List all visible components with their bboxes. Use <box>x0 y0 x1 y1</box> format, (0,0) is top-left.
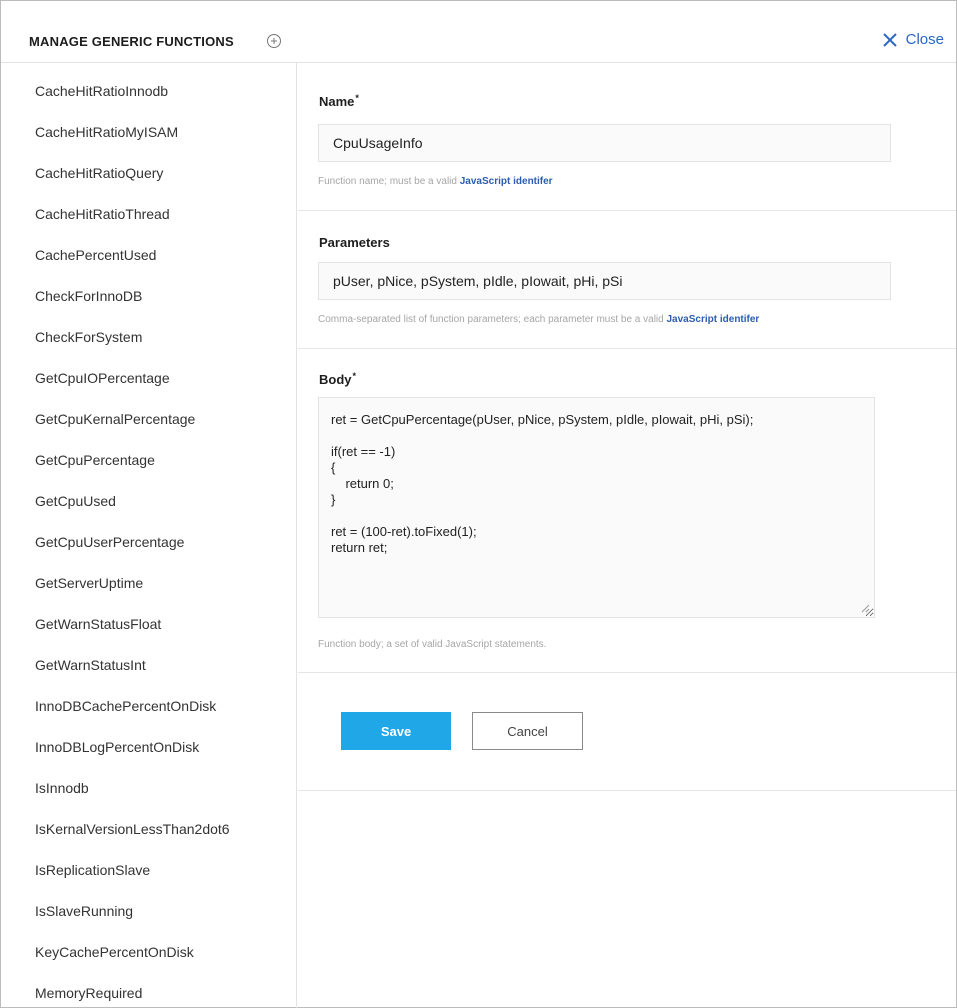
function-list-item[interactable]: GetCpuUserPercentage <box>35 534 184 550</box>
parameters-input[interactable] <box>318 262 891 300</box>
javascript-identifier-link[interactable]: JavaScript identifer <box>667 314 760 325</box>
name-help-text: Function name; must be a valid <box>318 176 460 187</box>
function-list-item[interactable]: CheckForInnoDB <box>35 288 142 304</box>
function-list-item[interactable]: KeyCachePercentOnDisk <box>35 944 194 960</box>
function-list-item[interactable]: GetServerUptime <box>35 575 143 591</box>
parameters-label: Parameters <box>319 235 390 250</box>
function-list-item[interactable]: MemoryRequired <box>35 985 142 1001</box>
close-label: Close <box>905 31 944 48</box>
circle-plus-icon[interactable] <box>266 33 282 49</box>
close-button[interactable]: Close <box>882 31 944 48</box>
function-list-item[interactable]: CacheHitRatioThread <box>35 206 170 222</box>
function-editor: Name* Function name; must be a valid Jav… <box>298 63 956 1008</box>
function-list-item[interactable]: GetCpuPercentage <box>35 452 155 468</box>
name-label-text: Name <box>319 94 355 109</box>
name-section: Name* Function name; must be a valid Jav… <box>298 63 956 211</box>
parameters-help: Comma-separated list of function paramet… <box>318 314 759 325</box>
required-mark: * <box>355 93 359 103</box>
javascript-identifier-link[interactable]: JavaScript identifer <box>460 176 553 187</box>
function-list-item[interactable]: CacheHitRatioMyISAM <box>35 124 178 140</box>
panel-header: MANAGE GENERIC FUNCTIONS Close <box>1 1 956 63</box>
parameters-help-text: Comma-separated list of function paramet… <box>318 314 667 325</box>
manage-functions-panel: MANAGE GENERIC FUNCTIONS Close CacheHitR… <box>0 0 957 1008</box>
function-list-item[interactable]: CachePercentUsed <box>35 247 156 263</box>
name-help: Function name; must be a valid JavaScrip… <box>318 176 553 187</box>
function-list-item[interactable]: InnoDBLogPercentOnDisk <box>35 739 199 755</box>
function-list-item[interactable]: IsReplicationSlave <box>35 862 150 878</box>
function-list-item[interactable]: IsSlaveRunning <box>35 903 133 919</box>
parameters-section: Parameters Comma-separated list of funct… <box>298 211 956 349</box>
panel-title: MANAGE GENERIC FUNCTIONS <box>29 34 234 49</box>
function-list-item[interactable]: GetWarnStatusFloat <box>35 616 161 632</box>
function-list-item[interactable]: GetCpuUsed <box>35 493 116 509</box>
body-label-text: Body <box>319 372 352 387</box>
body-help: Function body; a set of valid JavaScript… <box>318 639 547 650</box>
function-list-item[interactable]: CheckForSystem <box>35 329 142 345</box>
x-icon <box>882 32 897 47</box>
function-list-item[interactable]: IsInnodb <box>35 780 89 796</box>
function-list-item[interactable]: InnoDBCachePercentOnDisk <box>35 698 216 714</box>
function-list-item[interactable]: GetWarnStatusInt <box>35 657 146 673</box>
resize-handle-icon[interactable] <box>860 603 870 613</box>
function-list-item[interactable]: GetCpuIOPercentage <box>35 370 170 386</box>
function-list-item[interactable]: CacheHitRatioQuery <box>35 165 163 181</box>
required-mark: * <box>352 371 357 381</box>
name-label: Name* <box>319 93 359 109</box>
function-list-item[interactable]: CacheHitRatioInnodb <box>35 83 168 99</box>
body-label: Body* <box>319 371 356 387</box>
save-button[interactable]: Save <box>341 712 451 750</box>
body-editor[interactable]: ret = GetCpuPercentage(pUser, pNice, pSy… <box>318 397 875 618</box>
function-list-item[interactable]: IsKernalVersionLessThan2dot6 <box>35 821 230 837</box>
cancel-button[interactable]: Cancel <box>472 712 583 750</box>
name-input[interactable] <box>318 124 891 162</box>
function-list: CacheHitRatioInnodb CacheHitRatioMyISAM … <box>1 63 297 1008</box>
function-list-item[interactable]: GetCpuKernalPercentage <box>35 411 195 427</box>
